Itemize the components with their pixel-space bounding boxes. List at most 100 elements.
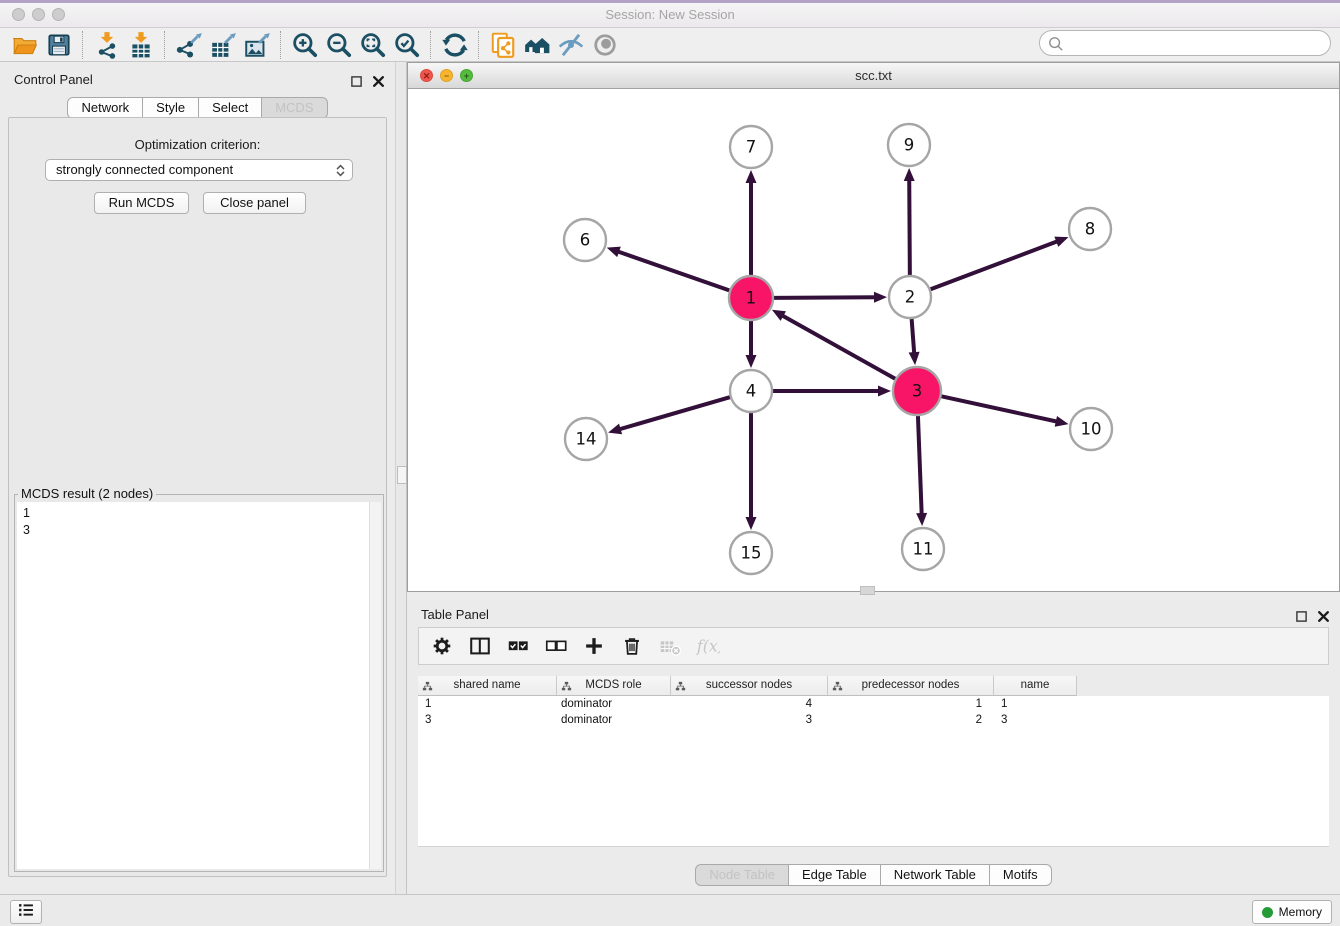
graph-edge-arrowhead [746,517,757,530]
select-stepper-icon [333,163,348,184]
table-cell: 1 [994,696,1077,712]
float-panel-icon[interactable] [349,72,365,88]
close-table-panel-icon[interactable] [1316,607,1332,623]
mcds-result-lines: 13 [17,502,381,539]
graph-node-15[interactable]: 15 [730,532,772,574]
horizontal-splitter[interactable] [407,592,1340,600]
mcds-result-box[interactable]: 13 [17,502,381,869]
control-panel-title: Control Panel [14,72,93,87]
open-folder-icon [11,31,39,59]
graph-node-1[interactable]: 1 [729,276,773,320]
tab-network-table[interactable]: Network Table [881,864,990,886]
network-window-title: scc.txt [408,63,1339,88]
tab-motifs[interactable]: Motifs [990,864,1052,886]
graph-node-14[interactable]: 14 [565,418,607,460]
graph-node-7[interactable]: 7 [730,126,772,168]
export-image-button[interactable] [240,29,274,61]
zoom-fit-button[interactable] [356,29,390,61]
graph-edge-2-3[interactable] [912,319,915,354]
table-settings-button[interactable] [429,631,455,661]
show-all-button[interactable] [588,29,622,61]
gear-icon [430,634,454,658]
float-table-panel-icon[interactable] [1294,607,1310,623]
tab-mcds[interactable]: MCDS [262,97,327,119]
zoom-in-button[interactable] [288,29,322,61]
graph-edge-arrowhead [746,355,757,368]
select-all-columns-button[interactable] [505,631,531,661]
graph-edge-4-14[interactable] [619,397,730,429]
graph-edge-3-11[interactable] [918,416,922,515]
graph-node-9[interactable]: 9 [888,124,930,166]
graph-edge-2-8[interactable] [931,241,1059,289]
graph-node-6[interactable]: 6 [564,219,606,261]
run-mcds-button[interactable]: Run MCDS [94,192,189,214]
column-header-predecessor-nodes[interactable]: predecessor nodes [828,676,994,696]
main-toolbar-items [8,29,622,61]
graph-node-2[interactable]: 2 [889,276,931,318]
table-row[interactable]: 1dominator411 [418,696,1329,712]
horizontal-splitter-handle[interactable] [860,586,875,595]
graph-edge-arrowhead [878,386,891,397]
column-header-successor-nodes[interactable]: successor nodes [671,676,828,696]
show-columns-button[interactable] [467,631,493,661]
unselect-all-columns-button[interactable] [543,631,569,661]
tab-edge-table[interactable]: Edge Table [789,864,881,886]
clone-network-button[interactable] [486,29,520,61]
graph-node-4[interactable]: 4 [730,370,772,412]
delete-table-button [657,631,683,661]
graph-edge-2-9[interactable] [909,179,910,275]
apply-layout-button[interactable] [438,29,472,61]
network-view-window: ✕ − + scc.txt 7968124314101511 [407,62,1340,592]
tab-node-table[interactable]: Node Table [695,864,789,886]
export-table-button[interactable] [206,29,240,61]
graph-node-8[interactable]: 8 [1069,208,1111,250]
mcds-result-scrollbar[interactable] [369,502,381,869]
vertical-splitter-handle[interactable] [397,466,407,484]
import-table-button[interactable] [124,29,158,61]
vertical-splitter[interactable] [395,62,407,894]
graph-node-10[interactable]: 10 [1070,408,1112,450]
zoom-fit-icon [359,31,387,59]
save-session-button[interactable] [42,29,76,61]
graph-edge-arrowhead [608,424,622,435]
home-button[interactable] [520,29,554,61]
hide-selected-button[interactable] [554,29,588,61]
graph-node-11[interactable]: 11 [902,528,944,570]
tab-network[interactable]: Network [67,97,143,119]
graph-node-3[interactable]: 3 [893,367,941,415]
home-icon [523,31,551,59]
export-network-button[interactable] [172,29,206,61]
graph-edge-1-6[interactable] [617,251,729,290]
delete-columns-button[interactable] [619,631,645,661]
tab-style[interactable]: Style [143,97,199,119]
close-panel-button[interactable]: Close panel [203,192,306,214]
zoom-selected-button[interactable] [390,29,424,61]
memory-label: Memory [1279,905,1322,919]
create-column-button[interactable] [581,631,607,661]
table-cell: 3 [671,712,828,728]
zoom-out-button[interactable] [322,29,356,61]
tab-select[interactable]: Select [199,97,262,119]
import-network-button[interactable] [90,29,124,61]
graph-edge-1-2[interactable] [774,297,876,298]
optimization-criterion-select[interactable]: strongly connected component [45,159,353,181]
status-bar: Memory [0,894,1340,926]
graph-edge-arrowhead [746,170,757,183]
search-input[interactable] [1068,33,1322,55]
graph-node-label: 1 [746,289,757,308]
export-image-icon [243,31,271,59]
table-row[interactable]: 3dominator323 [418,712,1329,728]
graph-edge-3-10[interactable] [941,396,1057,421]
column-header-shared-name[interactable]: shared name [418,676,557,696]
graph-edge-3-1[interactable] [782,315,896,379]
network-canvas[interactable]: 7 9 6 8 1 2 4 3 14 10 15 11 [408,89,1339,591]
column-header-label: predecessor nodes [862,679,960,691]
toolbar-separator [280,31,282,59]
column-header-MCDS-role[interactable]: MCDS role [557,676,671,696]
close-panel-icon[interactable] [371,72,387,88]
column-header-name[interactable]: name [994,676,1077,696]
task-history-button[interactable] [10,900,42,924]
table-panel: Table Panel f(x) shared nameMCDS rolesuc… [407,600,1340,894]
open-session-button[interactable] [8,29,42,61]
memory-button[interactable]: Memory [1252,900,1332,924]
